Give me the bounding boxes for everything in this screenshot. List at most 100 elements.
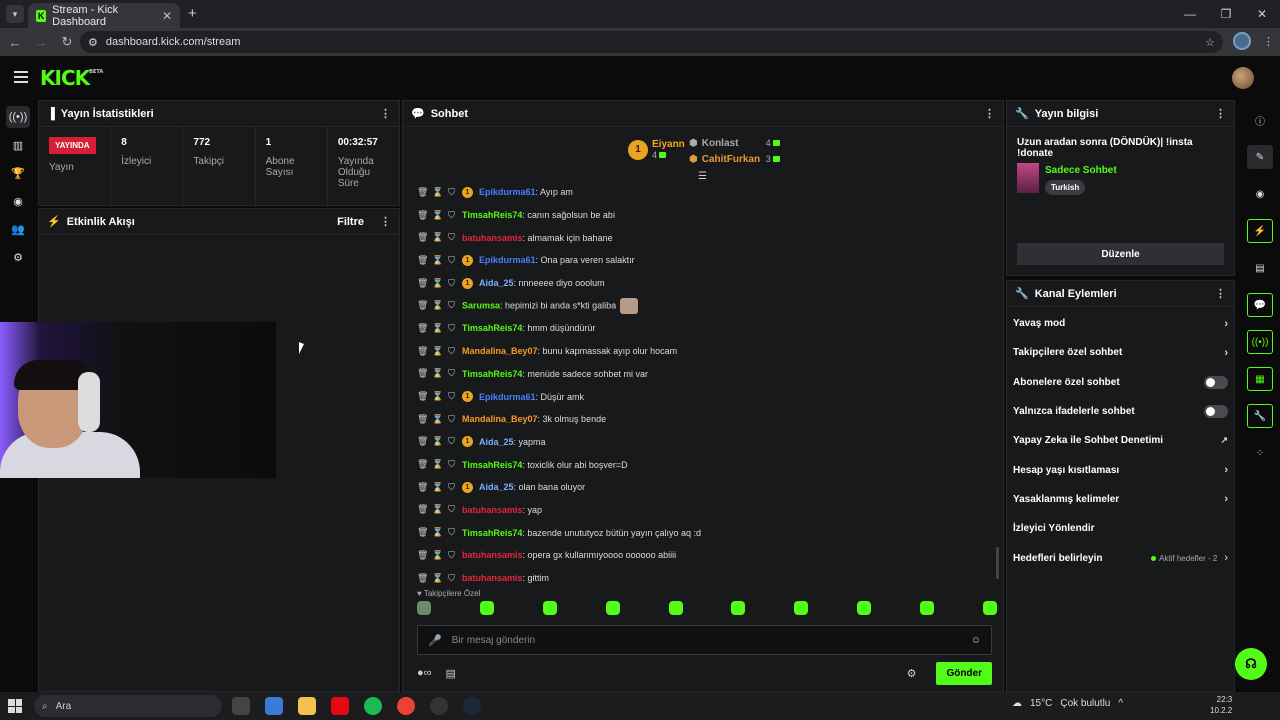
back-icon[interactable]: ← bbox=[4, 35, 26, 50]
delete-message-icon[interactable]: 🗑 bbox=[417, 323, 428, 334]
leaderboard-entry[interactable]: ⬢ CahitFurkan 3 bbox=[689, 151, 780, 167]
chat-username[interactable]: Aida_25 bbox=[479, 278, 514, 288]
emote-icon[interactable] bbox=[417, 601, 431, 615]
close-window-icon[interactable]: ✕ bbox=[1244, 0, 1280, 28]
document-icon[interactable]: ▤ bbox=[1247, 256, 1273, 280]
delete-message-icon[interactable]: 🗑 bbox=[417, 482, 428, 493]
emote-icon[interactable] bbox=[542, 601, 557, 615]
trophy-icon[interactable]: 🏆 bbox=[6, 162, 30, 184]
chat-username[interactable]: Sarumsa bbox=[462, 300, 500, 310]
chat-icon[interactable]: 💬 bbox=[1247, 293, 1273, 317]
ban-shield-icon[interactable]: ⛉ bbox=[447, 255, 456, 266]
close-tab-icon[interactable]: ✕ bbox=[162, 9, 172, 23]
chat-username[interactable]: Epikdurma61 bbox=[479, 392, 536, 402]
chat-username[interactable]: TimsahReis74 bbox=[462, 460, 522, 470]
steam-icon[interactable] bbox=[463, 697, 481, 715]
timeout-hourglass-icon[interactable]: ⌛ bbox=[432, 323, 443, 334]
ban-shield-icon[interactable]: ⛉ bbox=[447, 482, 456, 493]
category-name[interactable]: Sadece Sohbet bbox=[1045, 165, 1117, 176]
delete-message-icon[interactable]: 🗑 bbox=[417, 436, 428, 447]
chat-message[interactable]: 🗑 ⌛ ⛉ 1 Aida_25: olan bana oluyor bbox=[417, 476, 987, 499]
chat-username[interactable]: Epikdurma61 bbox=[479, 187, 536, 197]
actions-more-icon[interactable]: ⋮ bbox=[1215, 287, 1226, 300]
chat-username[interactable]: TimsahReis74 bbox=[462, 528, 522, 538]
emote-icon[interactable] bbox=[982, 601, 997, 615]
bolt-icon[interactable]: ⚡ bbox=[1247, 219, 1273, 243]
settings-gear-icon[interactable]: ⚙ bbox=[6, 246, 30, 268]
emote-icon[interactable] bbox=[857, 601, 872, 615]
delete-message-icon[interactable]: 🗑 bbox=[417, 527, 428, 538]
toggle-switch[interactable] bbox=[1204, 375, 1228, 389]
ban-shield-icon[interactable]: ⛉ bbox=[447, 436, 456, 447]
kick-logo[interactable]: KICKBETA bbox=[40, 66, 103, 90]
chat-message[interactable]: 🗑 ⌛ ⛉ Mandalina_Bey07: 3k olmuş bende bbox=[417, 408, 987, 431]
chat-username[interactable]: Aida_25 bbox=[479, 437, 514, 447]
chat-username[interactable]: batuhansamis bbox=[462, 573, 523, 583]
timeout-hourglass-icon[interactable]: ⌛ bbox=[432, 232, 443, 243]
address-bar[interactable]: ⚙ dashboard.kick.com/stream ☆ bbox=[80, 31, 1223, 53]
timeout-hourglass-icon[interactable]: ⌛ bbox=[432, 187, 443, 198]
delete-message-icon[interactable]: 🗑 bbox=[417, 573, 428, 584]
timeout-hourglass-icon[interactable]: ⌛ bbox=[432, 436, 443, 447]
wrench-icon[interactable]: 🔧 bbox=[1247, 404, 1273, 428]
leaderboard-entry[interactable]: ⬢ Konlast 4 bbox=[689, 135, 780, 151]
add-widget-icon[interactable]: ⁘ bbox=[1247, 441, 1273, 465]
chat-message[interactable]: 🗑 ⌛ ⛉ TimsahReis74: bazende unututyoz bütün… bbox=[417, 521, 987, 544]
ban-shield-icon[interactable]: ⛉ bbox=[447, 232, 456, 243]
explorer-icon[interactable] bbox=[298, 697, 316, 715]
timeout-hourglass-icon[interactable]: ⌛ bbox=[432, 414, 443, 425]
stream-broadcast-icon[interactable]: ((•)) bbox=[6, 106, 30, 128]
obs-icon[interactable] bbox=[430, 697, 448, 715]
chrome-icon[interactable] bbox=[397, 697, 415, 715]
timeout-hourglass-icon[interactable]: ⌛ bbox=[432, 527, 443, 538]
browser-tab-active[interactable]: K Stream - Kick Dashboard ✕ bbox=[28, 3, 180, 28]
ban-shield-icon[interactable]: ⛉ bbox=[447, 187, 456, 198]
chat-message[interactable]: 🗑 ⌛ ⛉ TimsahReis74: hmm düşündürür bbox=[417, 317, 987, 340]
timeout-hourglass-icon[interactable]: ⌛ bbox=[432, 391, 443, 402]
chat-username[interactable]: Mandalina_Bey07 bbox=[462, 346, 538, 356]
delete-message-icon[interactable]: 🗑 bbox=[417, 187, 428, 198]
chat-input[interactable]: 🎤 Bir mesaj gönderin ☺ bbox=[417, 625, 992, 655]
timeout-hourglass-icon[interactable]: ⌛ bbox=[432, 459, 443, 470]
browser-menu-icon[interactable]: ⋮ bbox=[1263, 35, 1274, 48]
timeout-hourglass-icon[interactable]: ⌛ bbox=[432, 482, 443, 493]
delete-message-icon[interactable]: 🗑 bbox=[417, 346, 428, 357]
points-infinity-icon[interactable]: ●∞ bbox=[417, 667, 432, 679]
reload-icon[interactable]: ↻ bbox=[56, 34, 78, 50]
profile-avatar-icon[interactable] bbox=[1233, 32, 1251, 50]
emote-icon[interactable] bbox=[920, 601, 934, 615]
minimize-icon[interactable]: — bbox=[1172, 0, 1208, 28]
delete-message-icon[interactable]: 🗑 bbox=[417, 459, 428, 470]
community-icon[interactable]: 👥 bbox=[6, 218, 30, 240]
chat-message[interactable]: 🗑 ⌛ ⛉ TimsahReis74: menüde sadece sohbet mi… bbox=[417, 363, 987, 386]
chat-username[interactable]: TimsahReis74 bbox=[462, 323, 522, 333]
delete-message-icon[interactable]: 🗑 bbox=[417, 232, 428, 243]
new-tab-icon[interactable]: + bbox=[188, 5, 197, 22]
ban-shield-icon[interactable]: ⛉ bbox=[447, 368, 456, 379]
channel-action-item[interactable]: Yapay Zeka ile Sohbet Denetimi ↗ bbox=[1007, 426, 1234, 455]
site-info-icon[interactable]: ⚙ bbox=[88, 36, 98, 49]
chat-message[interactable]: 🗑 ⌛ ⛉ 1 Epikdurma61: Ona para veren salaktır bbox=[417, 249, 987, 272]
ban-shield-icon[interactable]: ⛉ bbox=[447, 573, 456, 584]
moderation-icon[interactable]: ◉ bbox=[6, 190, 30, 212]
store-app-icon[interactable] bbox=[265, 697, 283, 715]
chat-username[interactable]: Mandalina_Bey07 bbox=[462, 414, 538, 424]
delete-message-icon[interactable]: 🗑 bbox=[417, 210, 428, 221]
channel-action-item[interactable]: Yasaklanmış kelimeler › bbox=[1007, 485, 1234, 514]
info-more-icon[interactable]: ⋮ bbox=[1215, 107, 1226, 120]
info-icon[interactable]: ⓘ bbox=[1247, 108, 1273, 132]
chat-username[interactable]: TimsahReis74 bbox=[462, 210, 522, 220]
ban-shield-icon[interactable]: ⛉ bbox=[447, 300, 456, 311]
store-icon[interactable]: ▤ bbox=[446, 667, 456, 680]
delete-message-icon[interactable]: 🗑 bbox=[417, 255, 428, 266]
menu-hamburger-icon[interactable] bbox=[14, 71, 28, 83]
chat-username[interactable]: Epikdurma61 bbox=[479, 255, 536, 265]
channel-action-item[interactable]: Hesap yaşı kısıtlaması › bbox=[1007, 455, 1234, 484]
tab-search-icon[interactable]: ▾ bbox=[6, 5, 24, 23]
chat-message[interactable]: 🗑 ⌛ ⛉ 1 Aida_25: nnneeee diyo ooolum bbox=[417, 272, 987, 295]
chat-message[interactable]: 🗑 ⌛ ⛉ 1 Epikdurma61: Ayıp am bbox=[417, 181, 987, 204]
restore-icon[interactable]: ❐ bbox=[1208, 0, 1244, 28]
support-headset-icon[interactable]: ☊ bbox=[1235, 648, 1267, 680]
windows-start-icon[interactable] bbox=[8, 699, 22, 713]
taskbar-clock[interactable]: 22:3 10.2.2 bbox=[1210, 694, 1232, 716]
